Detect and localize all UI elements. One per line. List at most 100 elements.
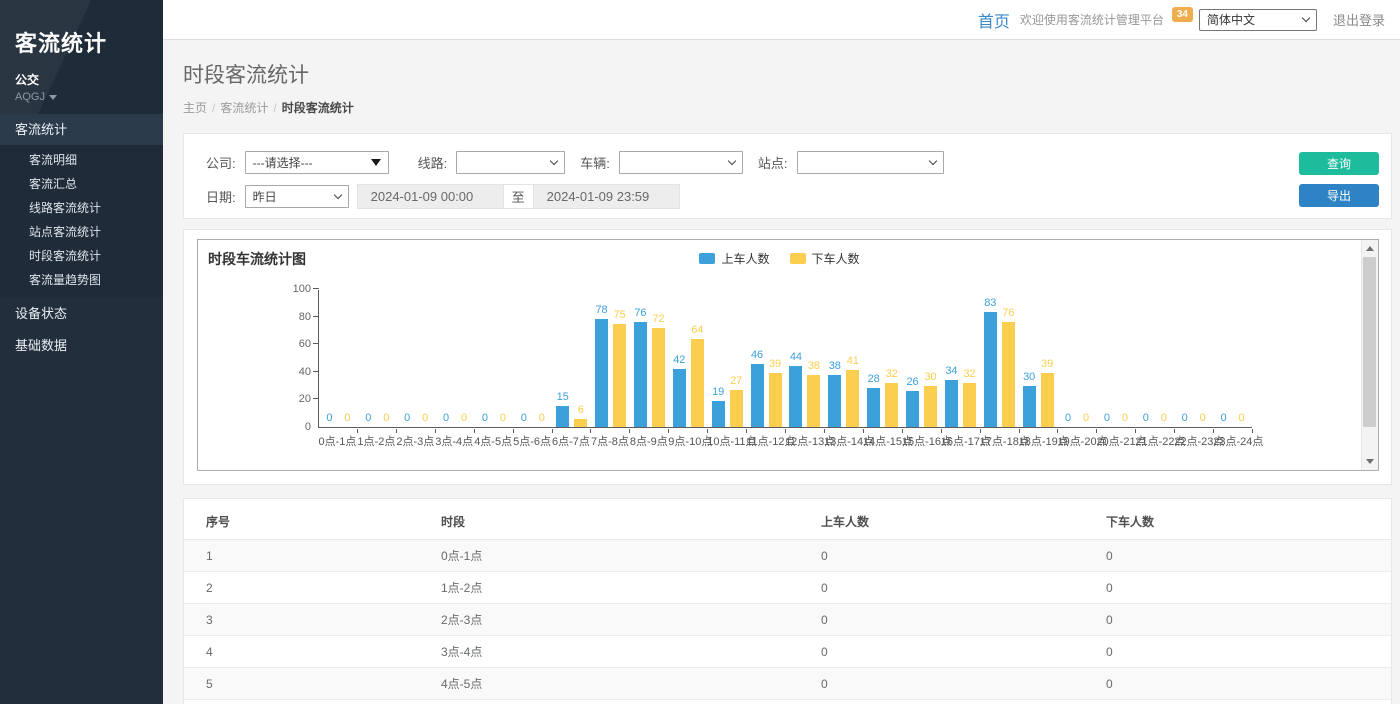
y-axis-tick-label: 20	[279, 393, 311, 405]
table-row: 54点-5点00	[184, 668, 1391, 700]
sidebar-item-period-stats[interactable]: 时段客流统计	[0, 244, 163, 268]
chart-category-group: 00	[1174, 290, 1213, 427]
bar-slot: 0	[535, 290, 548, 427]
table-cell: 0	[799, 604, 1084, 636]
sidebar-item-device-status[interactable]: 设备状态	[0, 298, 163, 330]
sidebar: 客流统计 公交 AQGJ 客流统计 客流明细 客流汇总 线路客流统计 站点客流统…	[0, 0, 163, 704]
export-button[interactable]: 导出	[1299, 184, 1379, 207]
bar-value-label: 0	[1182, 412, 1188, 424]
sidebar-item-flow-summary[interactable]: 客流汇总	[0, 172, 163, 196]
bar-value-label: 28	[868, 373, 880, 385]
home-link[interactable]: 首页	[978, 8, 1010, 32]
filter-row-1: 公司: ---请选择--- 线路: 车辆: 站点:	[206, 150, 1391, 174]
table-cell: 0	[1084, 540, 1391, 572]
breadcrumb-passenger-stats[interactable]: 客流统计	[220, 101, 268, 115]
bar-value-label: 0	[1161, 412, 1167, 424]
x-axis-tick-label: 17点-18点	[980, 429, 1019, 449]
bar-value-label: 6	[578, 404, 584, 416]
table-cell: 0	[1084, 668, 1391, 700]
line-select[interactable]	[456, 151, 565, 174]
table-cell: 5	[184, 668, 419, 700]
bar-slot: 75	[613, 290, 626, 427]
bar-slot: 0	[517, 290, 530, 427]
query-button[interactable]: 查询	[1299, 152, 1379, 175]
legend-label: 上车人数	[721, 250, 769, 267]
x-axis-tick-label: 12点-13点	[785, 429, 824, 449]
x-axis-tick	[513, 429, 514, 433]
bar-slot: 32	[885, 290, 898, 427]
table-cell: 6	[184, 700, 419, 704]
bar-slot: 0	[380, 290, 393, 427]
x-axis-tick	[1213, 429, 1214, 433]
bar-value-label: 0	[1065, 412, 1071, 424]
app-title: 客流统计	[15, 26, 163, 58]
arrow-down-icon	[1366, 459, 1374, 464]
breadcrumb-current: 时段客流统计	[282, 101, 354, 115]
x-axis-tick-label: 21点-22点	[1135, 429, 1174, 449]
bar-slot: 78	[595, 290, 608, 427]
scrollbar-thumb[interactable]	[1363, 257, 1376, 427]
bar-value-label: 0	[404, 412, 410, 424]
sidebar-item-base-data[interactable]: 基础数据	[0, 330, 163, 362]
bar-value-label: 78	[595, 304, 607, 316]
y-axis-tick-label: 60	[279, 338, 311, 350]
vehicle-select[interactable]	[619, 151, 743, 174]
sidebar-item-station-stats[interactable]: 站点客流统计	[0, 220, 163, 244]
bar	[1023, 386, 1036, 427]
logout-link[interactable]: 退出登录	[1333, 10, 1385, 29]
chevron-down-icon	[728, 156, 736, 164]
company-select[interactable]: ---请选择---	[245, 151, 389, 174]
chevron-down-icon	[550, 156, 558, 164]
org-code-dropdown[interactable]: AQGJ	[15, 91, 163, 103]
bar-slot: 83	[984, 290, 997, 427]
x-axis-tick-label: 1点-2点	[357, 429, 396, 449]
sidebar-item-line-stats[interactable]: 线路客流统计	[0, 196, 163, 220]
bar-value-label: 75	[613, 309, 625, 321]
table-cell: 3点-4点	[419, 636, 799, 668]
bar-slot: 76	[1002, 290, 1015, 427]
bar-value-label: 38	[808, 360, 820, 372]
x-axis-tick-label: 6点-7点	[552, 429, 591, 449]
sidebar-submenu: 客流明细 客流汇总 线路客流统计 站点客流统计 时段客流统计 客流量趋势图	[0, 145, 163, 298]
bar-slot: 34	[945, 290, 958, 427]
chart-vertical-scrollbar[interactable]	[1361, 240, 1378, 470]
legend-item-alighting[interactable]: 下车人数	[790, 250, 860, 267]
bar-value-label: 30	[1023, 371, 1035, 383]
x-axis-tick	[1174, 429, 1175, 433]
x-axis-tick	[668, 429, 669, 433]
sidebar-item-trend-chart[interactable]: 客流量趋势图	[0, 268, 163, 292]
date-to-input[interactable]: 2024-01-09 23:59	[533, 184, 680, 209]
table-cell: 0	[1084, 572, 1391, 604]
x-axis-tick-label: 15点-16点	[902, 429, 941, 449]
bar-value-label: 0	[1143, 412, 1149, 424]
bar-value-label: 46	[751, 349, 763, 361]
bar-slot: 27	[730, 290, 743, 427]
bar	[673, 369, 686, 427]
x-axis-tick	[824, 429, 825, 433]
language-select[interactable]: 简体中文	[1199, 9, 1317, 31]
scrollbar-up-arrow[interactable]	[1362, 241, 1378, 256]
bar	[924, 386, 937, 427]
x-axis-tick	[785, 429, 786, 433]
breadcrumb-home[interactable]: 主页	[183, 101, 207, 115]
x-axis-tick-label: 4点-5点	[474, 429, 513, 449]
x-axis-tick	[357, 429, 358, 433]
legend-item-boarding[interactable]: 上车人数	[699, 250, 769, 267]
x-axis-tick	[629, 429, 630, 433]
bar-value-label: 0	[539, 412, 545, 424]
chevron-down-icon	[928, 156, 936, 164]
chart-scroll-container: 时段车流统计图 上车人数 下车人数 0204060801000000000000…	[197, 239, 1379, 471]
x-axis-tick-label: 23点-24点	[1213, 429, 1252, 449]
table-cell: 0	[799, 668, 1084, 700]
date-preset-select[interactable]: 昨日	[245, 185, 349, 208]
table-cell: 5点-6点	[419, 700, 799, 704]
station-select[interactable]	[797, 151, 944, 174]
sidebar-item-passenger-stats[interactable]: 客流统计	[0, 115, 163, 145]
sidebar-item-flow-detail[interactable]: 客流明细	[0, 148, 163, 172]
date-from-input[interactable]: 2024-01-09 00:00	[357, 184, 504, 209]
scrollbar-down-arrow[interactable]	[1362, 454, 1378, 469]
period-stats-table: 序号 时段 上车人数 下车人数 10点-1点0021点-2点0032点-3点00…	[184, 504, 1391, 704]
x-axis-tick	[863, 429, 864, 433]
bar-value-label: 44	[790, 351, 802, 363]
chart-category-group: 00	[436, 290, 475, 427]
